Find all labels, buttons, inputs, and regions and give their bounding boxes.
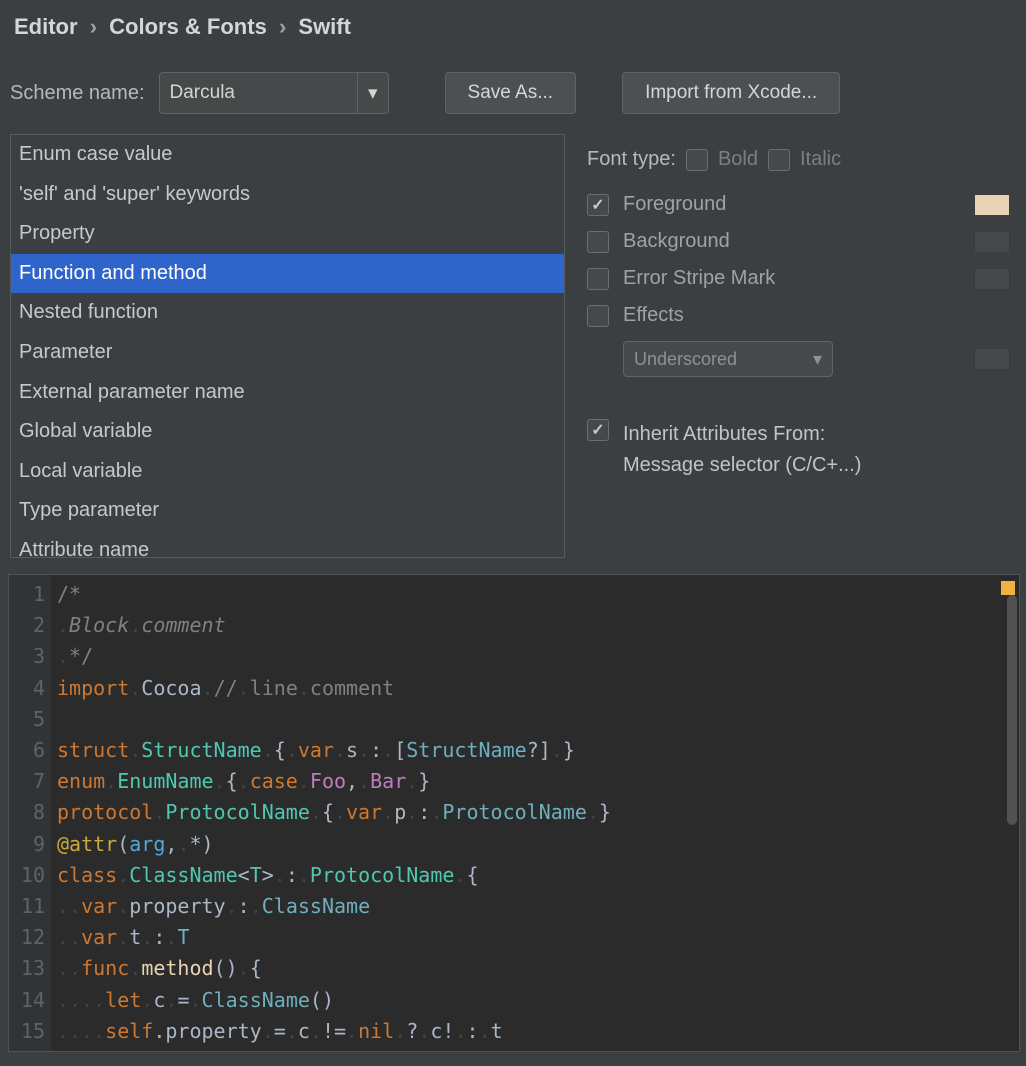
list-item[interactable]: Parameter (11, 333, 564, 373)
crumb-colors-fonts[interactable]: Colors & Fonts (109, 14, 267, 39)
bold-label: Bold (718, 148, 758, 171)
scrollbar[interactable] (1007, 595, 1017, 825)
breadcrumb: Editor › Colors & Fonts › Swift (0, 0, 1026, 64)
background-label: Background (623, 230, 833, 253)
stripe-marker-icon[interactable] (1001, 581, 1015, 595)
effects-checkbox[interactable] (587, 305, 609, 327)
scheme-combo[interactable]: Darcula ▾ (159, 72, 389, 114)
code-area[interactable]: /*.Block.comment.*/import.Cocoa.//.line.… (51, 575, 1019, 1051)
import-from-xcode-button[interactable]: Import from Xcode... (622, 72, 840, 114)
attribute-list[interactable]: Enum case value'self' and 'super' keywor… (10, 134, 565, 558)
font-type-label: Font type: (587, 148, 676, 171)
inherit-value: Message selector (C/C+...) (623, 450, 861, 481)
chevron-down-icon: ▾ (813, 349, 822, 370)
list-item[interactable]: Nested function (11, 293, 564, 333)
list-item[interactable]: Type parameter (11, 491, 564, 531)
list-item[interactable]: Property (11, 214, 564, 254)
list-item[interactable]: Enum case value (11, 135, 564, 175)
foreground-swatch[interactable] (974, 194, 1010, 216)
list-item[interactable]: Global variable (11, 412, 564, 452)
background-swatch[interactable] (974, 231, 1010, 253)
chevron-right-icon: › (90, 14, 97, 39)
inherit-label: Inherit Attributes From: (623, 419, 861, 450)
italic-checkbox[interactable] (768, 149, 790, 171)
list-item[interactable]: Attribute name (11, 531, 564, 557)
list-item[interactable]: Function and method (11, 254, 564, 294)
save-as-button[interactable]: Save As... (445, 72, 577, 114)
font-type-row: Font type: Bold Italic (587, 148, 1014, 171)
italic-label: Italic (800, 148, 841, 171)
background-checkbox[interactable] (587, 231, 609, 253)
scheme-label: Scheme name: (10, 82, 145, 105)
code-preview[interactable]: 123456789101112131415 /*.Block.comment.*… (8, 574, 1020, 1052)
list-item[interactable]: 'self' and 'super' keywords (11, 175, 564, 215)
chevron-right-icon: › (279, 14, 286, 39)
list-item[interactable]: Local variable (11, 452, 564, 492)
stripe-swatch[interactable] (974, 268, 1010, 290)
gutter: 123456789101112131415 (9, 575, 51, 1051)
crumb-editor[interactable]: Editor (14, 14, 78, 39)
effects-label: Effects (623, 304, 833, 327)
stripe-label: Error Stripe Mark (623, 267, 833, 290)
effects-swatch[interactable] (974, 348, 1010, 370)
inherit-checkbox[interactable] (587, 419, 609, 441)
effects-value: Underscored (634, 349, 737, 370)
scheme-row: Scheme name: Darcula ▾ Save As... Import… (0, 64, 1026, 134)
stripe-checkbox[interactable] (587, 268, 609, 290)
foreground-label: Foreground (623, 193, 833, 216)
list-item[interactable]: External parameter name (11, 373, 564, 413)
effects-combo[interactable]: Underscored ▾ (623, 341, 833, 377)
chevron-down-icon: ▾ (357, 73, 378, 113)
bold-checkbox[interactable] (686, 149, 708, 171)
scheme-value: Darcula (170, 82, 235, 104)
foreground-checkbox[interactable] (587, 194, 609, 216)
crumb-swift[interactable]: Swift (298, 14, 351, 39)
